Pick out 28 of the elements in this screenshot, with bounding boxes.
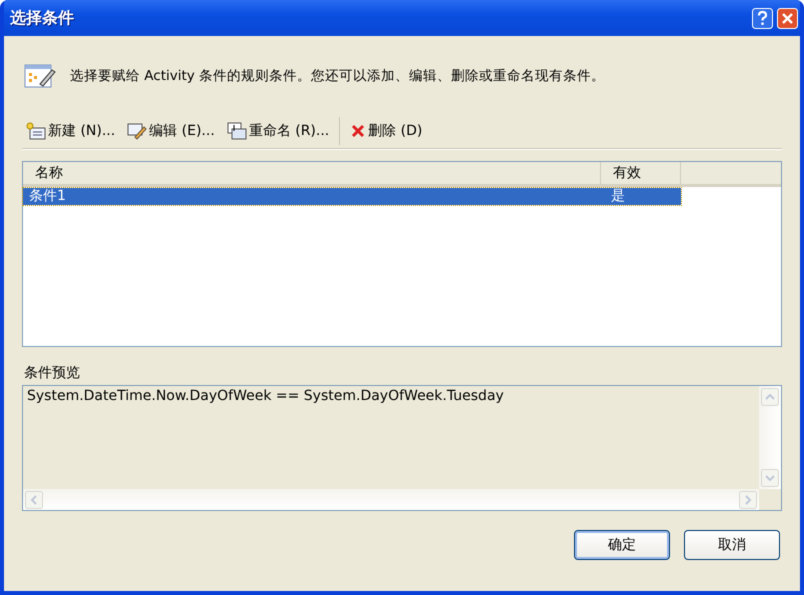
horizontal-scrollbar[interactable] xyxy=(23,489,759,510)
cancel-button[interactable]: 取消 xyxy=(684,530,780,560)
delete-icon xyxy=(350,123,366,139)
delete-button[interactable]: 删除 (D) xyxy=(346,120,426,142)
table-cell-text: 是 xyxy=(610,188,626,205)
scroll-left-icon[interactable] xyxy=(25,490,43,508)
windows-icon xyxy=(226,122,247,140)
condition-row[interactable]: 条件1 是 xyxy=(23,188,681,205)
scroll-right-icon[interactable] xyxy=(739,490,757,508)
close-icon[interactable] xyxy=(777,8,798,28)
column-header[interactable]: 名称 xyxy=(23,162,601,184)
preview-label: 条件预览 xyxy=(23,364,81,383)
scroll-up-icon[interactable] xyxy=(761,388,779,406)
help-icon[interactable] xyxy=(752,8,773,28)
rules-icon xyxy=(24,62,58,90)
new-button[interactable]: 新建 (N)... xyxy=(22,120,120,142)
window-title: 选择条件 xyxy=(10,8,75,28)
ok-button[interactable]: 确定 xyxy=(574,530,670,560)
column-header[interactable]: 有效 xyxy=(601,162,681,184)
scroll-down-icon[interactable] xyxy=(761,469,779,487)
instruction-text: 选择要赋给 Activity 条件的规则条件。您还可以添加、编辑、删除或重命名现有条件。 xyxy=(70,67,606,85)
vertical-scrollbar[interactable] xyxy=(759,386,781,489)
rename-button[interactable]: 重命名 (R)... xyxy=(222,120,334,142)
preview-text: System.DateTime.Now.DayOfWeek == System.DayOfWeek.Tuesday xyxy=(26,387,505,406)
table-cell-text: 条件1 xyxy=(28,188,67,205)
edit-button[interactable]: 编辑 (E)... xyxy=(123,120,219,142)
pencil-icon xyxy=(127,122,148,140)
new-document-icon xyxy=(26,122,46,140)
